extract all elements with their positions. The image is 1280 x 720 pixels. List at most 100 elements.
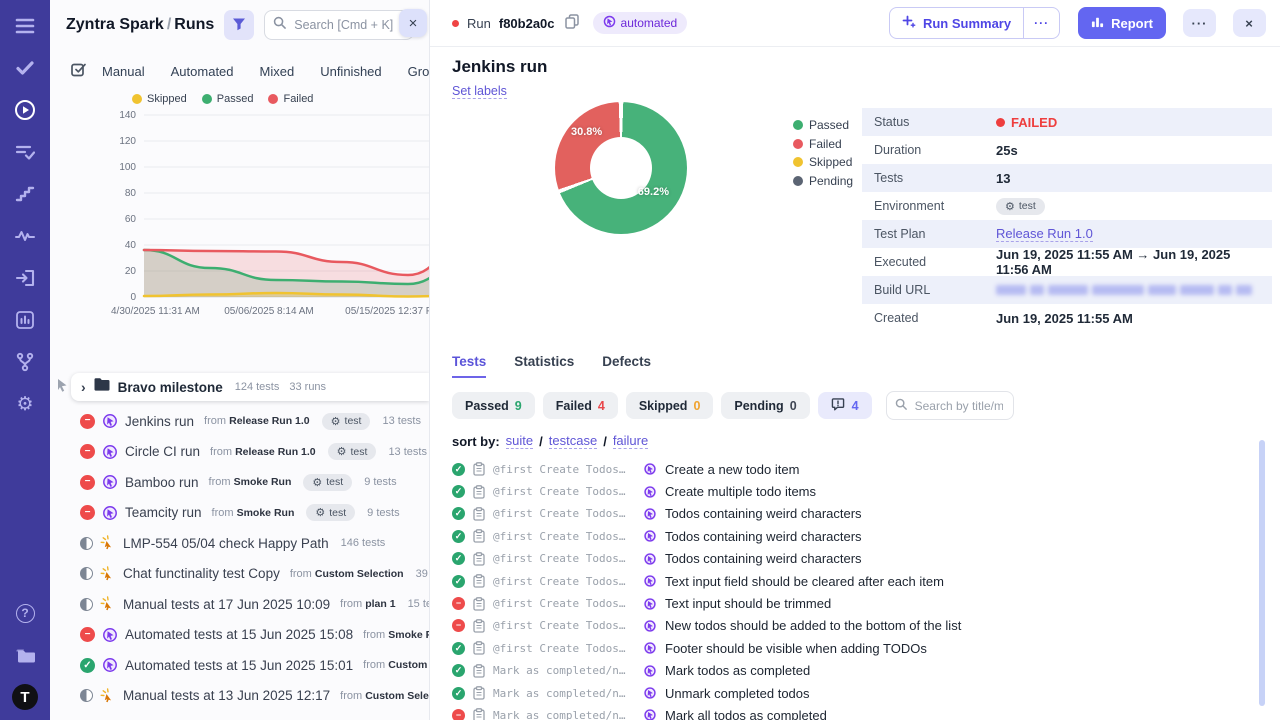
test-title[interactable]: Todos containing weird characters: [665, 551, 862, 566]
detail-tab[interactable]: Statistics: [514, 354, 574, 378]
test-plan-link[interactable]: Release Run 1.0: [996, 226, 1093, 242]
sidebar-item-tests[interactable]: [12, 55, 38, 81]
test-suite-name[interactable]: @first Create Todos…: [493, 619, 635, 632]
sidebar-item-import[interactable]: [12, 265, 38, 291]
test-row[interactable]: @first Create Todos… Todos containing we…: [452, 548, 1280, 570]
run-from-plan[interactable]: Release Run 1.0: [229, 415, 310, 427]
test-title[interactable]: Create a new todo item: [665, 462, 799, 477]
run-name[interactable]: Manual tests at 17 Jun 2025 10:09: [123, 597, 330, 612]
chevron-right-icon[interactable]: ›: [81, 380, 86, 394]
run-name[interactable]: Bamboo run: [125, 475, 199, 490]
sidebar-item-projects[interactable]: [12, 642, 38, 668]
run-from-plan[interactable]: Custom Selection: [365, 690, 429, 702]
test-title[interactable]: New todos should be added to the bottom …: [665, 618, 961, 633]
sidebar-item-analytics[interactable]: [12, 307, 38, 333]
run-row[interactable]: LMP-554 05/04 check Happy Path from ⚙ 14…: [50, 528, 429, 559]
test-title[interactable]: Text input field should be cleared after…: [665, 574, 944, 589]
run-row[interactable]: Chat functinality test Copy from Custom …: [50, 559, 429, 590]
run-row[interactable]: Automated tests at 15 Jun 2025 15:08 fro…: [50, 620, 429, 651]
test-title[interactable]: Footer should be visible when adding TOD…: [665, 641, 927, 656]
status-filter-pill[interactable]: Failed 4: [543, 392, 618, 419]
close-panel-button[interactable]: ×: [399, 9, 427, 37]
more-actions-button[interactable]: ···: [1183, 9, 1216, 37]
test-suite-name[interactable]: @first Create Todos…: [493, 530, 635, 543]
sidebar-item-settings[interactable]: ⚙: [12, 391, 38, 417]
status-filter-pill[interactable]: Pending 0: [721, 392, 809, 419]
test-row[interactable]: @first Create Todos… New todos should be…: [452, 615, 1280, 637]
test-title[interactable]: Todos containing weird characters: [665, 506, 862, 521]
test-title[interactable]: Text input should be trimmed: [665, 596, 831, 611]
test-title[interactable]: Unmark completed todos: [665, 686, 810, 701]
test-suite-name[interactable]: @first Create Todos…: [493, 552, 635, 565]
tests-search-input[interactable]: [913, 398, 1005, 414]
run-type-tab[interactable]: Groups: [395, 64, 430, 79]
run-row[interactable]: Teamcity run from Smoke Run ⚙ test 9 tes…: [50, 498, 429, 529]
run-from-plan[interactable]: Release Run 1.0: [235, 446, 316, 458]
test-row[interactable]: @first Create Todos… Footer should be vi…: [452, 637, 1280, 659]
set-labels-link[interactable]: Set labels: [452, 84, 507, 99]
donut-legend-item[interactable]: Pending: [793, 174, 853, 188]
sort-link[interactable]: suite: [506, 433, 533, 449]
chart-legend-item[interactable]: Skipped: [132, 93, 187, 105]
sidebar-item-branches[interactable]: [12, 349, 38, 375]
sidebar-item-milestones[interactable]: [12, 181, 38, 207]
run-row[interactable]: Jenkins run from Release Run 1.0 ⚙ test …: [50, 406, 429, 437]
breadcrumb-project[interactable]: Zyntra Spark: [66, 16, 164, 33]
test-row[interactable]: Mark as completed/n… Unmark completed to…: [452, 682, 1280, 704]
run-name[interactable]: Jenkins run: [125, 414, 194, 429]
test-suite-name[interactable]: @first Create Todos…: [493, 485, 635, 498]
run-type-tab[interactable]: Unfinished: [307, 64, 394, 79]
run-type-tab[interactable]: Mixed: [247, 64, 308, 79]
run-row[interactable]: Manual tests at 17 Jun 2025 10:09 from p…: [50, 589, 429, 620]
milestone-name[interactable]: Bravo milestone: [118, 380, 223, 395]
runs-search-input[interactable]: [292, 17, 405, 33]
test-suite-name[interactable]: @first Create Todos…: [493, 507, 635, 520]
chart-legend-item[interactable]: Passed: [202, 93, 254, 105]
run-name[interactable]: Chat functinality test Copy: [123, 566, 280, 581]
copy-run-id-button[interactable]: [563, 12, 581, 34]
detail-tab[interactable]: Defects: [602, 354, 651, 378]
test-title[interactable]: Mark all todos as completed: [665, 708, 827, 720]
run-name[interactable]: Circle CI run: [125, 444, 200, 459]
test-title[interactable]: Create multiple todo items: [665, 484, 816, 499]
run-type-tab[interactable]: Manual: [89, 64, 158, 79]
test-row[interactable]: Mark as completed/n… Mark todos as compl…: [452, 660, 1280, 682]
run-name[interactable]: Automated tests at 15 Jun 2025 15:08: [125, 627, 353, 642]
run-name[interactable]: Teamcity run: [125, 505, 202, 520]
status-filter-pill[interactable]: Skipped 0: [626, 392, 714, 419]
run-summary-more-button[interactable]: ···: [1023, 8, 1059, 38]
test-suite-name[interactable]: @first Create Todos…: [493, 642, 635, 655]
run-name[interactable]: Manual tests at 13 Jun 2025 12:17: [123, 688, 330, 703]
test-row[interactable]: @first Create Todos… Create multiple tod…: [452, 480, 1280, 502]
chart-legend-item[interactable]: Failed: [268, 93, 313, 105]
automated-badge[interactable]: automated: [593, 12, 688, 34]
filter-button[interactable]: [224, 10, 254, 40]
run-row[interactable]: Bamboo run from Smoke Run ⚙ test 9 tests: [50, 467, 429, 498]
test-suite-name[interactable]: Mark as completed/n…: [493, 709, 635, 720]
milestone-row[interactable]: › Bravo milestone 124 tests 33 runs: [50, 373, 429, 401]
test-suite-name[interactable]: Mark as completed/n…: [493, 664, 635, 677]
run-row[interactable]: Automated tests at 15 Jun 2025 15:01 fro…: [50, 650, 429, 681]
run-from-plan[interactable]: Smoke Run: [237, 507, 295, 519]
sort-link[interactable]: testcase: [549, 433, 597, 449]
sidebar-item-plans[interactable]: [12, 139, 38, 165]
test-row[interactable]: @first Create Todos… Create a new todo i…: [452, 458, 1280, 480]
menu-button[interactable]: [12, 13, 38, 39]
test-suite-name[interactable]: @first Create Todos…: [493, 575, 635, 588]
app-logo[interactable]: T: [12, 684, 38, 710]
donut-legend-item[interactable]: Skipped: [793, 155, 853, 169]
status-filter-pill[interactable]: Passed 9: [452, 392, 535, 419]
sort-link[interactable]: failure: [613, 433, 648, 449]
detail-tab[interactable]: Tests: [452, 354, 486, 378]
test-suite-name[interactable]: Mark as completed/n…: [493, 687, 635, 700]
test-suite-name[interactable]: @first Create Todos…: [493, 597, 635, 610]
test-title[interactable]: Mark todos as completed: [665, 663, 810, 678]
select-runs-icon[interactable]: [70, 61, 87, 81]
run-from-plan[interactable]: Custom Selection: [388, 659, 429, 671]
run-from-plan[interactable]: Smoke Run: [388, 629, 429, 641]
run-name[interactable]: Automated tests at 15 Jun 2025 15:01: [125, 658, 353, 673]
donut-legend-item[interactable]: Failed: [793, 137, 853, 151]
run-row[interactable]: Circle CI run from Release Run 1.0 ⚙ tes…: [50, 437, 429, 468]
test-row[interactable]: @first Create Todos… Text input field sh…: [452, 570, 1280, 592]
donut-legend-item[interactable]: Passed: [793, 118, 853, 132]
